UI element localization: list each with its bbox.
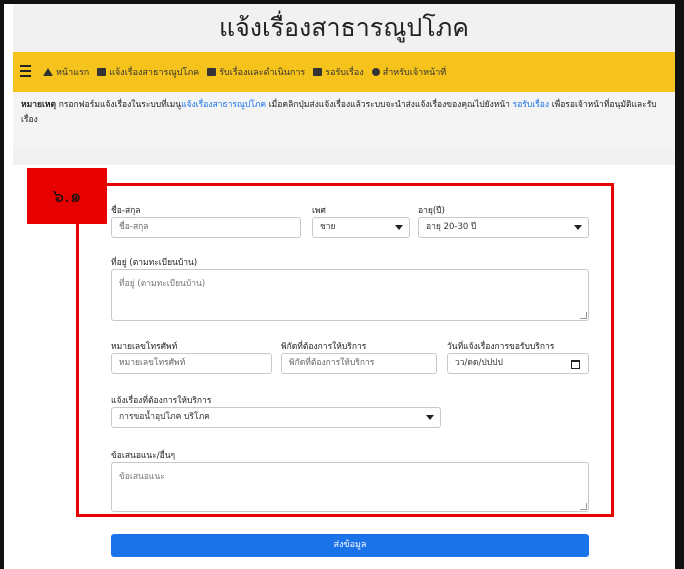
location-label: พิกัดที่ต้องการให้บริการ bbox=[281, 342, 367, 352]
service-select[interactable]: การขอน้ำอุปโภค บริโภค bbox=[111, 407, 441, 428]
service-label: แจ้งเรื่องที่ต้องการให้บริการ bbox=[111, 396, 212, 406]
inbox-icon bbox=[207, 68, 217, 76]
nav-item-label: รอรับเรื่อง bbox=[325, 68, 364, 78]
notice-text: เมื่อคลิกปุ่มส่งแจ้งเรื่องแล้วระบบจะนำส่… bbox=[268, 100, 510, 110]
address-textarea[interactable] bbox=[111, 269, 589, 321]
notice-title: หมายเหตุ bbox=[21, 100, 56, 110]
suggestion-textarea[interactable] bbox=[111, 462, 589, 512]
resize-handle-icon[interactable] bbox=[580, 503, 587, 510]
section-gap bbox=[13, 150, 675, 165]
users-icon bbox=[371, 68, 380, 76]
menu-toggle-icon[interactable] bbox=[20, 65, 31, 80]
age-label: อายุ(ปี) bbox=[418, 206, 445, 216]
gender-value: ชาย bbox=[320, 222, 336, 232]
location-input[interactable]: พิกัดที่ต้องการให้บริการ bbox=[281, 353, 437, 374]
date-placeholder: วว/ดด/ปปปป bbox=[455, 358, 503, 368]
name-input[interactable]: ชื่อ-สกุล bbox=[111, 217, 301, 238]
home-icon bbox=[43, 68, 53, 76]
phone-input[interactable]: หมายเลขโทรศัพท์ bbox=[111, 353, 272, 374]
date-input[interactable]: วว/ดด/ปปปป bbox=[447, 353, 589, 374]
nav-menu: หน้าแรก แจ้งเรื่องสาธารณูปโภค รับเรื่องแ… bbox=[43, 52, 454, 92]
calendar-icon[interactable] bbox=[571, 360, 580, 369]
notice-text: กรอกฟอร์มแจ้งเรื่องในระบบที่เมนู bbox=[58, 100, 182, 110]
chevron-down-icon bbox=[395, 225, 403, 230]
navbar: หน้าแรก แจ้งเรื่องสาธารณูปโภค รับเรื่องแ… bbox=[13, 52, 675, 92]
chevron-down-icon bbox=[426, 415, 434, 420]
inbox-icon bbox=[313, 68, 323, 76]
notice-box: หมายเหตุ กรอกฟอร์มแจ้งเรื่องในระบบที่เมน… bbox=[13, 92, 675, 151]
age-value: อายุ 20-30 ปี bbox=[426, 222, 477, 232]
nav-item-label: หน้าแรก bbox=[56, 68, 90, 78]
phone-label: หมายเลขโทรศัพท์ bbox=[111, 342, 178, 352]
annotation-tag: ๖.๑ bbox=[27, 168, 107, 224]
service-value: การขอน้ำอุปโภค บริโภค bbox=[119, 412, 210, 422]
resize-handle-icon[interactable] bbox=[580, 312, 587, 319]
submit-button[interactable]: ส่งข้อมูล bbox=[111, 534, 589, 557]
nav-item-label: แจ้งเรื่องสาธารณูปโภค bbox=[109, 68, 200, 78]
suggestion-label: ข้อเสนอแนะ/อื่นๆ bbox=[111, 451, 176, 461]
address-label: ที่อยู่ (ตามทะเบียนบ้าน) bbox=[111, 258, 198, 268]
age-select[interactable]: อายุ 20-30 ปี bbox=[418, 217, 589, 238]
chevron-down-icon bbox=[574, 225, 582, 230]
nav-item-pending[interactable]: รอรับเรื่อง bbox=[313, 65, 364, 79]
notice-link-report[interactable]: แจ้งเรื่องสาธารณูปโภค bbox=[181, 100, 266, 110]
nav-item-label: รับเรื่องและดำเนินการ bbox=[219, 68, 306, 78]
gender-select[interactable]: ชาย bbox=[312, 217, 410, 238]
notice-link-pending[interactable]: รอรับเรื่อง bbox=[513, 100, 549, 110]
nav-item-process[interactable]: รับเรื่องและดำเนินการ bbox=[207, 65, 305, 79]
page-title: แจ้งเรื่องสาธารณูปโภค bbox=[13, 4, 675, 52]
nav-item-report[interactable]: แจ้งเรื่องสาธารณูปโภค bbox=[97, 65, 199, 79]
date-label: วันที่แจ้งเรื่องการขอรับบริการ bbox=[447, 342, 555, 352]
nav-item-home[interactable]: หน้าแรก bbox=[43, 65, 89, 79]
name-label: ชื่อ-สกุล bbox=[111, 206, 141, 216]
nav-item-staff[interactable]: สำหรับเจ้าหน้าที่ bbox=[371, 65, 447, 79]
calendar-icon bbox=[97, 68, 107, 76]
gender-label: เพศ bbox=[312, 206, 326, 216]
nav-item-label: สำหรับเจ้าหน้าที่ bbox=[382, 68, 447, 78]
